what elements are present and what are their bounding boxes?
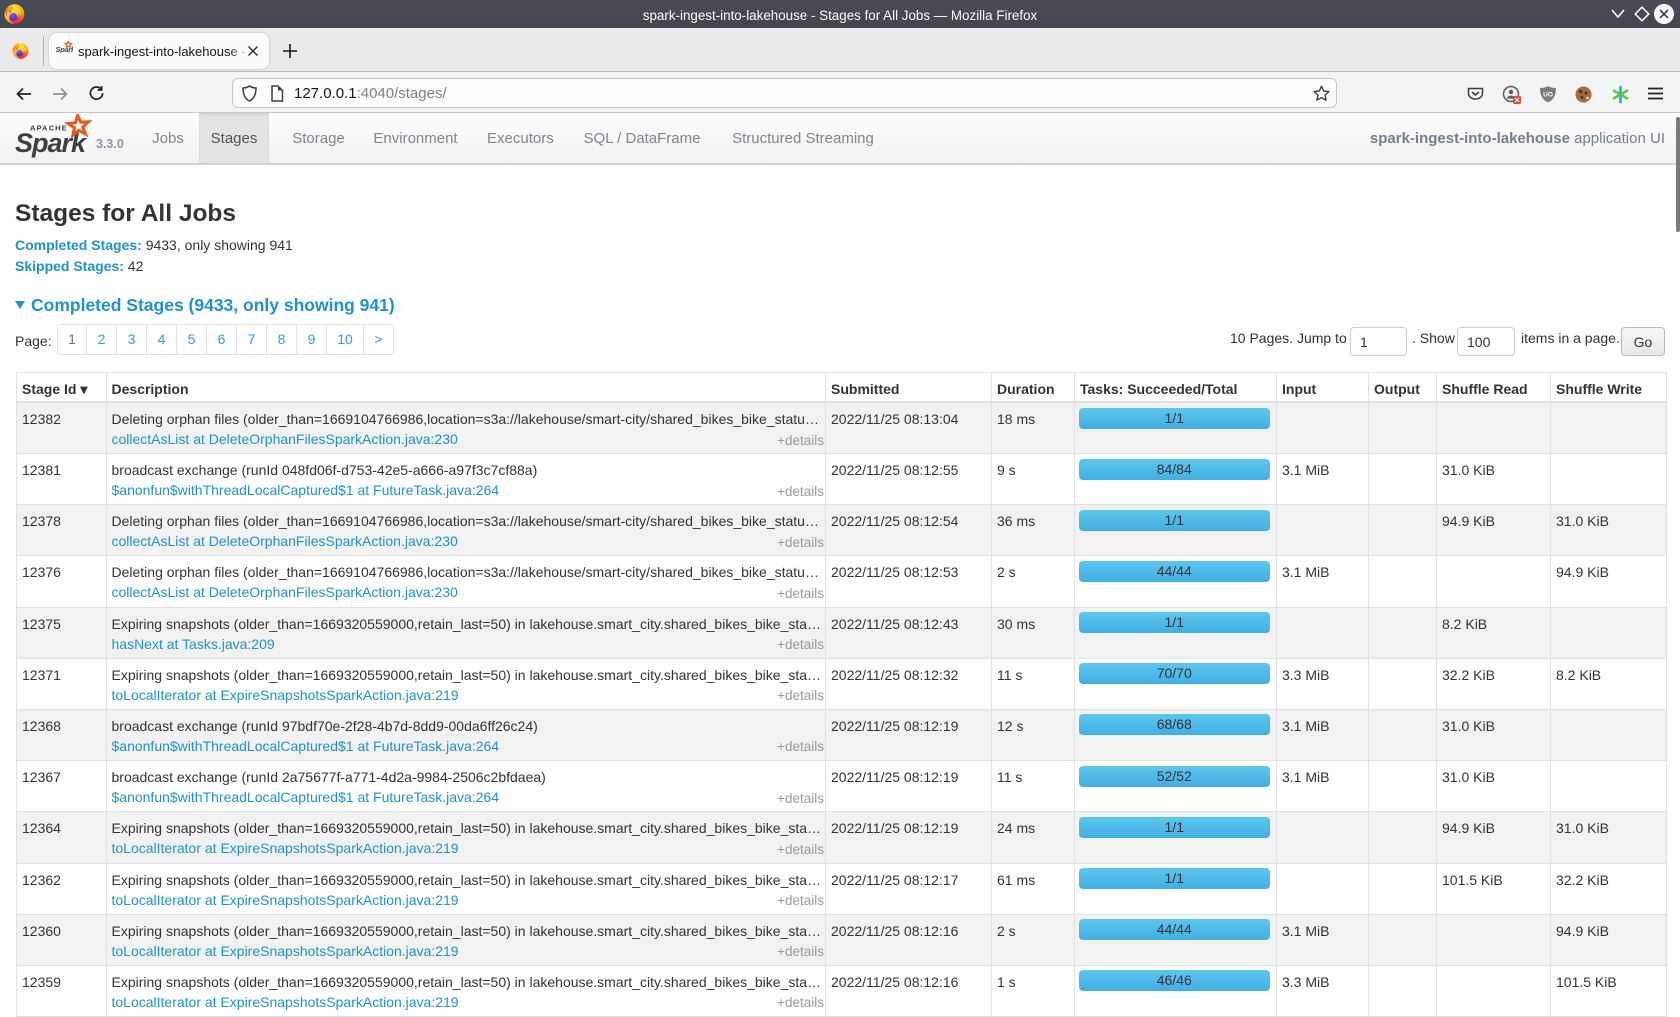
svg-text:UO: UO	[1543, 92, 1553, 99]
svg-text:APACHE: APACHE	[30, 124, 68, 133]
